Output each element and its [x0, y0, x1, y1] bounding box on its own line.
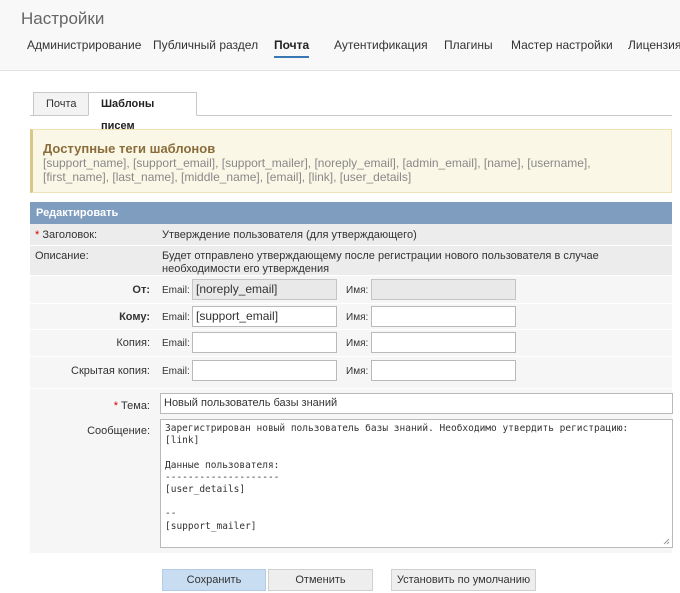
- message-textarea[interactable]: Зарегистрирован новый пользователь базы …: [160, 419, 673, 548]
- bcc-label: Скрытая копия:: [71, 365, 150, 377]
- subtab-mail[interactable]: Почта: [33, 92, 89, 116]
- nav-item-authentication[interactable]: Аутентификация: [334, 38, 428, 58]
- from-email-label: Email:: [162, 285, 190, 296]
- available-tags-box: Доступные теги шаблонов [support_name], …: [30, 129, 672, 193]
- description-label: Описание:: [35, 250, 89, 262]
- cc-email-label: Email:: [162, 338, 190, 349]
- from-name-input[interactable]: [371, 279, 516, 300]
- form-header: Редактировать: [30, 202, 672, 224]
- required-marker: *: [113, 400, 118, 412]
- save-button[interactable]: Сохранить: [162, 569, 266, 591]
- subject-input[interactable]: Новый пользователь базы знаний: [160, 393, 673, 414]
- bcc-name-input[interactable]: [371, 360, 516, 381]
- description-value: Будет отправлено утверждающему после рег…: [162, 250, 599, 275]
- bcc-email-label: Email:: [162, 366, 190, 377]
- from-label: От:: [132, 284, 150, 296]
- from-name-label: Имя:: [346, 285, 369, 296]
- message-text: Зарегистрирован новый пользователь базы …: [165, 423, 629, 532]
- cc-row: Копия: Email: Имя:: [30, 330, 672, 357]
- subject-label: * Тема:: [113, 400, 150, 412]
- to-email-label: Email:: [162, 312, 190, 323]
- bcc-name-label: Имя:: [346, 366, 369, 377]
- available-tags-list: [support_name], [support_email], [suppor…: [43, 156, 591, 184]
- nav-item-setup-wizard[interactable]: Мастер настройки: [511, 38, 613, 58]
- nav-item-mail[interactable]: Почта: [274, 38, 310, 58]
- nav-item-administration[interactable]: Администрирование: [27, 38, 141, 58]
- to-name-input[interactable]: [371, 306, 516, 327]
- edit-form: Редактировать * Заголовок: Утверждение п…: [30, 202, 673, 554]
- cancel-button[interactable]: Отменить: [268, 569, 373, 591]
- cc-name-label: Имя:: [346, 338, 369, 349]
- reset-default-button[interactable]: Установить по умолчанию: [391, 569, 536, 591]
- cc-email-input[interactable]: [192, 332, 337, 353]
- to-label: Кому:: [119, 311, 150, 323]
- description-row: Описание: Будет отправлено утверждающему…: [30, 246, 672, 276]
- to-name-label: Имя:: [346, 312, 369, 323]
- bcc-row: Скрытая копия: Email: Имя:: [30, 357, 672, 389]
- required-marker: *: [35, 229, 40, 241]
- from-row: От: Email: [noreply_email] Имя:: [30, 276, 672, 304]
- heading-row: * Заголовок: Утверждение пользователя (д…: [30, 224, 672, 246]
- from-email-input[interactable]: [noreply_email]: [192, 279, 337, 300]
- top-bar: Настройки Администрирование Публичный ра…: [0, 0, 680, 71]
- cc-label: Копия:: [116, 337, 150, 349]
- bcc-email-input[interactable]: [192, 360, 337, 381]
- to-row: Кому: Email: [support_email] Имя:: [30, 304, 672, 330]
- message-label: Сообщение:: [87, 425, 150, 437]
- nav-item-public-section[interactable]: Публичный раздел: [153, 38, 258, 58]
- cc-name-input[interactable]: [371, 332, 516, 353]
- heading-value: Утверждение пользователя (для утверждающ…: [162, 229, 417, 241]
- to-email-input[interactable]: [support_email]: [192, 306, 337, 327]
- nav-item-plugins[interactable]: Плагины: [444, 38, 493, 58]
- resize-grip-icon[interactable]: [662, 537, 670, 545]
- subtab-email-templates[interactable]: Шаблоны писем: [88, 92, 197, 132]
- nav-item-license[interactable]: Лицензия: [628, 38, 680, 58]
- heading-label: * Заголовок:: [35, 229, 98, 241]
- available-tags-title: Доступные теги шаблонов: [43, 141, 216, 156]
- subject-message-row: * Тема: Новый пользователь базы знаний С…: [30, 389, 673, 554]
- page-title: Настройки: [21, 9, 105, 28]
- main-nav: Администрирование Публичный раздел Почта…: [0, 38, 680, 60]
